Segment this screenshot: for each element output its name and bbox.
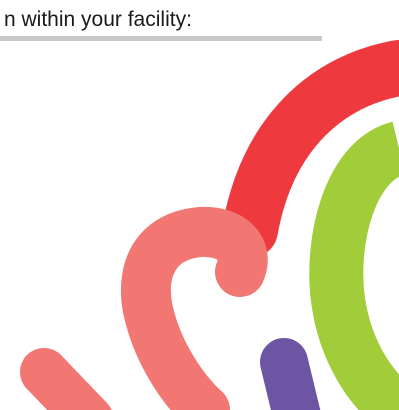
logo-graphic [20,40,399,410]
pink-stroke-lower-shape [20,348,112,410]
green-arc-shape [309,121,399,410]
purple-stroke-shape [260,338,321,410]
pink-hook-shape [120,206,268,410]
document-page: n within your facility: [0,0,399,410]
